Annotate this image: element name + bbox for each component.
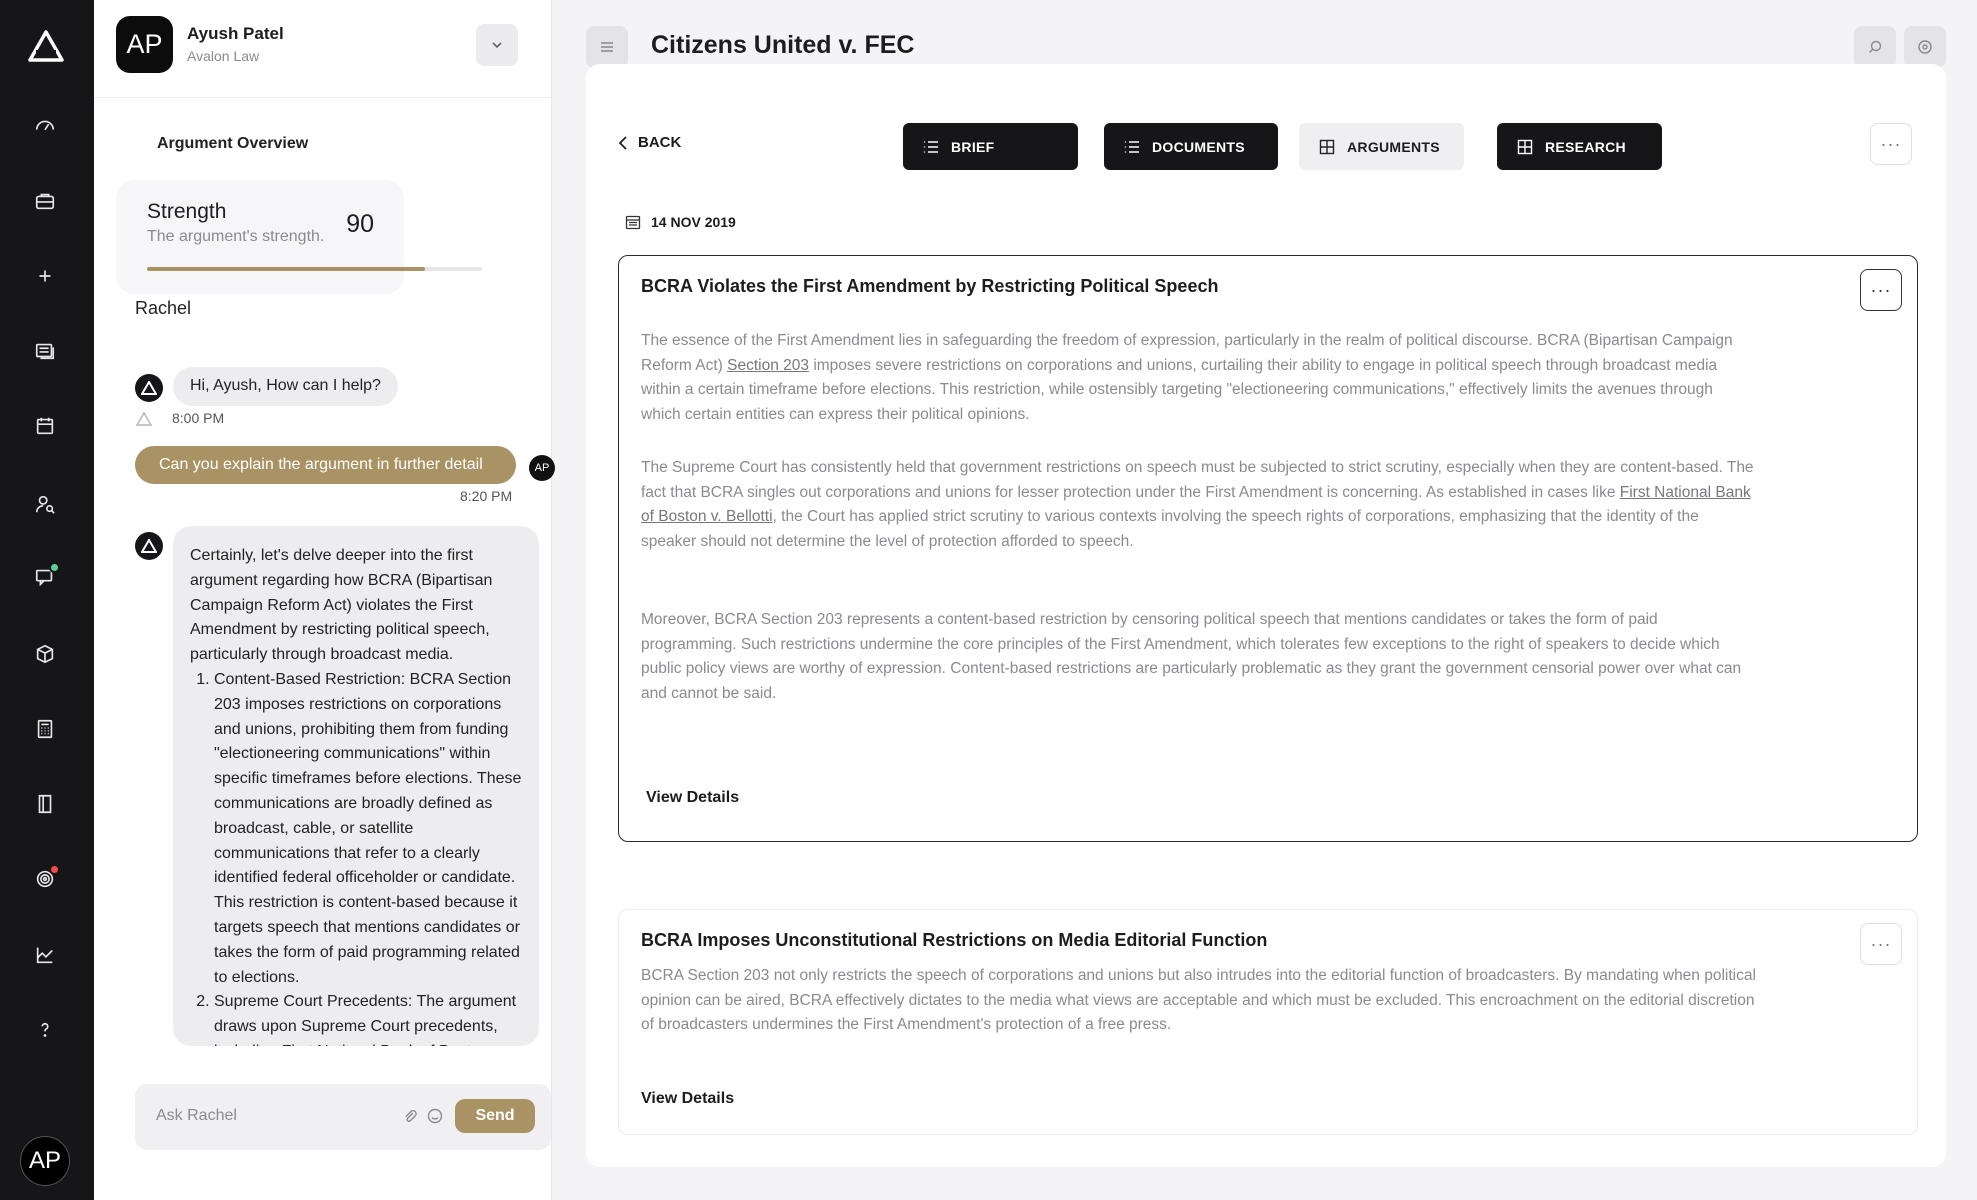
chevron-down-icon[interactable]	[476, 24, 518, 66]
date-row: 14 NOV 2019	[625, 214, 736, 230]
user-avatar[interactable]: AP	[116, 16, 173, 73]
strength-bar	[147, 267, 482, 271]
grid-icon	[1319, 139, 1335, 154]
tab-label: DOCUMENTS	[1152, 138, 1245, 155]
more-options-button[interactable]: ···	[1870, 123, 1912, 165]
notification-dot	[49, 562, 60, 573]
notification-dot	[49, 864, 60, 875]
user-search-icon[interactable]	[27, 486, 63, 522]
app-rail: AP	[0, 0, 94, 1200]
strength-card: Strength The argument's strength. 90	[116, 180, 404, 294]
tab-brief[interactable]: BRIEF	[903, 123, 1078, 170]
documents-icon[interactable]	[27, 333, 63, 369]
search-icon[interactable]	[1854, 26, 1896, 68]
back-label: BACK	[638, 134, 682, 151]
tab-documents[interactable]: DOCUMENTS	[1104, 123, 1278, 170]
emoji-icon[interactable]	[427, 1108, 443, 1129]
user-org: Avalon Law	[187, 48, 260, 64]
tab-research[interactable]: RESEARCH	[1497, 123, 1662, 170]
target-icon[interactable]	[27, 861, 63, 897]
settings-icon[interactable]	[1904, 26, 1946, 68]
calendar-icon	[625, 215, 641, 230]
argument-overview-title: Argument Overview	[157, 135, 309, 152]
text-segment: , the Court has applied strict scrutiny …	[641, 508, 1699, 550]
avatar[interactable]: AP	[20, 1136, 70, 1186]
assistant-reply-list: Content-Based Restriction: BCRA Section …	[190, 668, 527, 1046]
assistant-message: Certainly, let's delve deeper into the f…	[173, 526, 539, 1046]
assistant-avatar-icon	[135, 532, 163, 560]
user-name: Ayush Patel	[187, 24, 284, 43]
assistant-avatar-icon	[135, 374, 163, 402]
page-title: Citizens United v. FEC	[651, 31, 915, 59]
briefcase-icon[interactable]	[27, 183, 63, 219]
argument-card[interactable]: BCRA Violates the First Amendment by Res…	[618, 255, 1918, 842]
argument-title: BCRA Imposes Unconstitutional Restrictio…	[641, 930, 1268, 950]
grid-icon	[1517, 139, 1533, 154]
plus-icon[interactable]	[27, 258, 63, 294]
text-segment: The Supreme Court has consistently held …	[641, 459, 1754, 501]
list-icon	[923, 140, 938, 153]
user-message-avatar: AP	[529, 455, 555, 481]
chat-panel: AP Ayush Patel Avalon Law Argument Overv…	[94, 0, 555, 1200]
calendar-icon[interactable]	[27, 408, 63, 444]
argument-paragraph: The essence of the First Amendment lies …	[641, 329, 1756, 427]
argument-paragraph: The Supreme Court has consistently held …	[641, 456, 1756, 554]
view-details-link[interactable]: View Details	[646, 789, 739, 807]
calculator-icon[interactable]	[27, 711, 63, 747]
argument-title: BCRA Violates the First Amendment by Res…	[641, 276, 1219, 296]
chat-input-bar: Ask Rachel Send	[135, 1084, 551, 1150]
paperclip-icon[interactable]	[402, 1108, 418, 1129]
box-icon[interactable]	[27, 636, 63, 672]
chat-icon[interactable]	[27, 559, 63, 595]
strength-value: 90	[346, 210, 374, 238]
help-icon[interactable]	[27, 1012, 63, 1048]
argument-more-button[interactable]: ···	[1860, 269, 1902, 311]
tab-arguments[interactable]: ARGUMENTS	[1299, 123, 1464, 170]
dashboard-icon[interactable]	[27, 108, 63, 144]
view-details-link[interactable]: View Details	[641, 1090, 734, 1108]
assistant-status-icon	[135, 410, 153, 428]
logo-icon[interactable]	[28, 30, 64, 62]
date-label: 14 NOV 2019	[651, 214, 736, 230]
list-icon	[1124, 140, 1139, 153]
argument-paragraph: Moreover, BCRA Section 203 represents a …	[641, 611, 1742, 702]
list-item: Supreme Court Precedents: The argument d…	[214, 990, 527, 1046]
argument-paragraph: BCRA Section 203 not only restricts the …	[641, 967, 1756, 1034]
strength-bar-fill	[147, 267, 426, 271]
assistant-name: Rachel	[135, 298, 192, 318]
argument-card[interactable]: BCRA Imposes Unconstitutional Restrictio…	[618, 909, 1918, 1135]
user-header: AP Ayush Patel Avalon Law	[94, 0, 552, 98]
send-button[interactable]: Send	[455, 1099, 535, 1133]
message-time: 8:00 PM	[172, 410, 225, 426]
strength-description: The argument's strength.	[147, 228, 325, 245]
section-link[interactable]: Section 203	[727, 357, 809, 374]
chat-input[interactable]: Ask Rachel	[156, 1107, 237, 1125]
chevron-left-icon	[618, 135, 627, 150]
back-button[interactable]: BACK	[618, 134, 681, 151]
strength-label: Strength	[147, 200, 227, 223]
argument-more-button[interactable]: ···	[1860, 923, 1902, 965]
tab-label: RESEARCH	[1545, 138, 1626, 155]
analytics-icon[interactable]	[27, 937, 63, 973]
message-time: 8:20 PM	[460, 488, 513, 504]
book-icon[interactable]	[27, 786, 63, 822]
assistant-reply-intro: Certainly, let's delve deeper into the f…	[190, 547, 493, 664]
user-message: Can you explain the argument in further …	[135, 446, 516, 484]
assistant-message: Hi, Ayush, How can I help?	[173, 367, 398, 406]
tab-label: BRIEF	[951, 138, 995, 155]
tab-label: ARGUMENTS	[1347, 138, 1440, 155]
list-item: Content-Based Restriction: BCRA Section …	[214, 668, 527, 990]
menu-icon[interactable]	[586, 26, 628, 68]
